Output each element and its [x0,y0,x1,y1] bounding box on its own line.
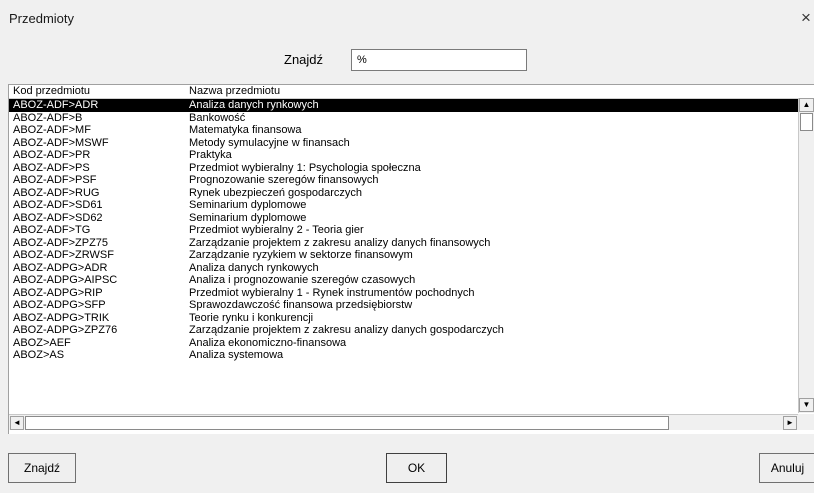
list-row[interactable]: ABOZ-ADPG>SFP Sprawozdawczość finansowa p… [9,299,798,312]
row-name: Analiza danych rynkowych [189,99,319,111]
search-input[interactable] [351,49,527,71]
horizontal-scrollbar[interactable]: ◄ ► [9,414,798,430]
row-code: ABOZ-ADF>SD61 [13,199,103,211]
list-row[interactable]: ABOZ-ADF>TG Przedmiot wybieralny 2 - Teor… [9,224,798,237]
row-name: Bankowość [189,111,246,124]
row-name: Sprawozdawczość finansowa przedsiębiorst… [189,299,413,311]
list-row[interactable]: ABOZ-ADPG>TRIK Teorie rynku i konkurencji [9,312,798,325]
search-label: Znajdź [284,52,324,67]
row-name: Teorie rynku i konkurencji [189,311,314,324]
row-name: Prognozowanie szeregów finansowych [189,174,379,186]
list-row[interactable]: ABOZ-ADF>ADR Analiza danych rynkowych [9,99,798,112]
horizontal-scroll-thumb[interactable] [25,416,669,430]
row-name: Praktyka [189,149,232,161]
scroll-left-icon[interactable]: ◄ [10,416,24,430]
window-title: Przedmioty [9,11,75,26]
row-code: ABOZ-ADPG>AIPSC [13,274,118,286]
row-name: Analiza ekonomiczno-finansowa [189,336,347,349]
list-row[interactable]: ABOZ-ADF>SD62 Seminarium dyplomowe [9,212,798,225]
row-name: Przedmiot wybieralny 1 - Rynek instrumen… [189,286,475,299]
list-row[interactable]: ABOZ-ADF>SD61 Seminarium dyplomowe [9,199,798,212]
list-header: Kod przedmiotu Nazwa przedmiotu [9,85,814,99]
row-code: ABOZ-ADF>RUG [13,186,100,199]
find-button[interactable]: Znajdź [8,453,76,483]
row-name: Przedmiot wybieralny 1: Psychologia społ… [189,161,421,174]
row-code: ABOZ-ADF>TG [13,224,91,236]
cancel-button[interactable]: Anuluj [759,453,814,483]
list-row[interactable]: ABOZ-ADF>ZRWSF Zarządzanie ryzykiem w sek… [9,249,798,262]
row-name: Rynek ubezpieczeń gospodarczych [189,186,363,199]
row-name: Seminarium dyplomowe [189,211,307,224]
row-code: ABOZ-ADF>B [13,111,83,124]
row-code: ABOZ-ADF>PSF [13,174,97,186]
row-code: ABOZ-ADPG>SFP [13,299,106,311]
row-code: ABOZ-ADPG>TRIK [13,311,110,324]
column-header-code[interactable]: Kod przedmiotu [13,85,90,98]
title-bar: Przedmioty × [0,0,814,38]
row-code: ABOZ-ADF>ZRWSF [13,249,114,261]
list-rows: ABOZ-ADF>ADR Analiza danych rynkowych ABOZ… [9,99,798,362]
list-row[interactable]: ABOZ-ADPG>ZPZ76 Zarządzanie projektem z z… [9,324,798,337]
row-code: ABOZ-ADF>ADR [13,99,99,111]
row-name: Seminarium dyplomowe [189,199,307,211]
row-name: Zarządzanie ryzykiem w sektorze finansow… [189,249,413,261]
list-row[interactable]: ABOZ-ADPG>RIP Przedmiot wybieralny 1 - Ry… [9,287,798,300]
list-row[interactable]: ABOZ-ADF>MSWF Metody symulacyjne w finans… [9,137,798,150]
scroll-down-icon[interactable]: ▼ [799,398,814,412]
list-row[interactable]: ABOZ-ADF>PS Przedmiot wybieralny 1: Psych… [9,162,798,175]
list-row[interactable]: ABOZ-ADF>PR Praktyka [9,149,798,162]
list-row[interactable]: ABOZ-ADF>PSF Prognozowanie szeregów finan… [9,174,798,187]
row-code: ABOZ-ADF>PR [13,149,91,161]
row-code: ABOZ-ADF>SD62 [13,211,103,224]
row-name: Metody symulacyjne w finansach [189,136,350,149]
row-code: ABOZ-ADF>MF [13,124,91,136]
row-code: ABOZ-ADF>ZPZ75 [13,236,109,249]
list-row[interactable]: ABOZ>AEF Analiza ekonomiczno-finansowa [9,337,798,350]
vertical-scrollbar[interactable]: ▲ ▼ [798,98,814,413]
column-header-name[interactable]: Nazwa przedmiotu [189,85,280,98]
row-name: Analiza danych rynkowych [189,261,319,274]
row-name: Zarządzanie projektem z zakresu analizy … [189,236,491,249]
row-code: ABOZ-ADF>PS [13,161,90,174]
row-name: Matematyka finansowa [189,124,302,136]
row-name: Przedmiot wybieralny 2 - Teoria gier [189,224,364,236]
list-row[interactable]: ABOZ-ADPG>AIPSC Analiza i prognozowanie s… [9,274,798,287]
row-name: Analiza systemowa [189,349,284,361]
scroll-up-icon[interactable]: ▲ [799,98,814,112]
ok-button[interactable]: OK [386,453,447,483]
list-row[interactable]: ABOZ-ADF>B Bankowość [9,112,798,125]
close-icon[interactable]: × [801,8,811,28]
row-code: ABOZ-ADPG>RIP [13,286,103,299]
row-code: ABOZ>AS [13,349,65,361]
row-name: Analiza i prognozowanie szeregów czasowy… [189,274,416,286]
list-row[interactable]: ABOZ-ADF>MF Matematyka finansowa [9,124,798,137]
list-row[interactable]: ABOZ-ADF>ZPZ75 Zarządzanie projektem z za… [9,237,798,250]
scrollbar-corner [798,414,814,430]
row-code: ABOZ-ADF>MSWF [13,136,109,149]
row-code: ABOZ>AEF [13,336,71,349]
list-row[interactable]: ABOZ-ADF>RUG Rynek ubezpieczeń gospodarcz… [9,187,798,200]
scroll-right-icon[interactable]: ► [783,416,797,430]
list-row[interactable]: ABOZ>AS Analiza systemowa [9,349,798,362]
list-row[interactable]: ABOZ-ADPG>ADR Analiza danych rynkowych [9,262,798,275]
subjects-list[interactable]: Kod przedmiotu Nazwa przedmiotu ABOZ-ADF… [8,84,814,434]
vertical-scroll-thumb[interactable] [800,113,813,131]
row-code: ABOZ-ADPG>ZPZ76 [13,324,118,336]
row-code: ABOZ-ADPG>ADR [13,261,108,274]
row-name: Zarządzanie projektem z zakresu analizy … [189,324,504,336]
